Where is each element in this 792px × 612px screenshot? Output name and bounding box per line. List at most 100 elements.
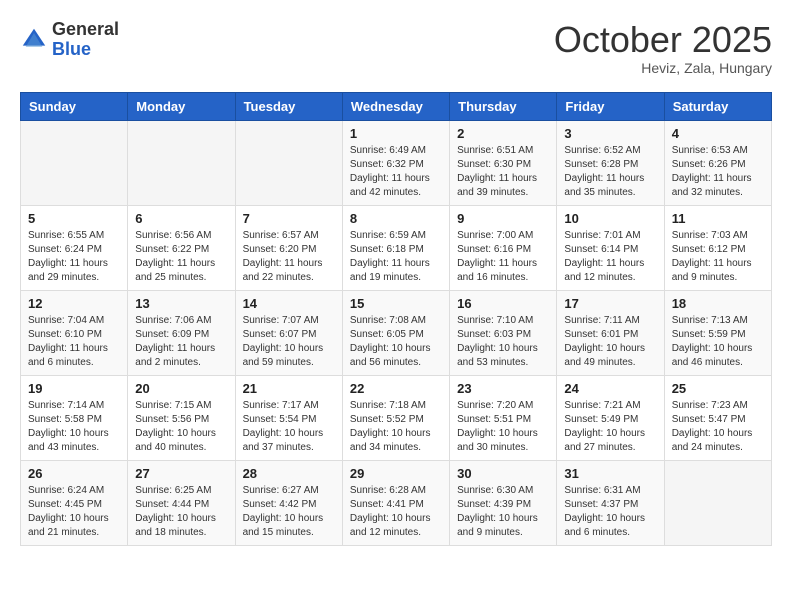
calendar-cell: 31 Sunrise: 6:31 AM Sunset: 4:37 PM Dayli…: [557, 460, 664, 545]
weekday-header: Thursday: [450, 92, 557, 120]
logo-general: General: [52, 19, 119, 39]
calendar-header-row: SundayMondayTuesdayWednesdayThursdayFrid…: [21, 92, 772, 120]
calendar-cell: 29 Sunrise: 6:28 AM Sunset: 4:41 PM Dayli…: [342, 460, 449, 545]
calendar-cell: 1Sunrise: 6:49 AM Sunset: 6:32 PM Daylig…: [342, 120, 449, 205]
day-content: Sunrise: 6:31 AM Sunset: 4:37 PM Dayligh…: [564, 484, 656, 540]
calendar-cell: [21, 120, 128, 205]
day-number: 9: [457, 211, 549, 226]
location: Heviz, Zala, Hungary: [554, 60, 772, 76]
calendar-cell: [128, 120, 235, 205]
calendar-cell: 7 Sunrise: 6:57 AM Sunset: 6:20 PM Daylig…: [235, 205, 342, 290]
day-number: 29: [350, 466, 442, 481]
calendar-cell: [664, 460, 771, 545]
day-content: Sunrise: 7:11 AM Sunset: 6:01 PM Dayligh…: [564, 314, 656, 370]
calendar-cell: 9 Sunrise: 7:00 AM Sunset: 6:16 PM Daylig…: [450, 205, 557, 290]
day-content: Sunrise: 7:03 AM Sunset: 6:12 PM Dayligh…: [672, 229, 764, 285]
day-content: Sunrise: 6:30 AM Sunset: 4:39 PM Dayligh…: [457, 484, 549, 540]
day-content: Sunrise: 6:24 AM Sunset: 4:45 PM Dayligh…: [28, 484, 120, 540]
day-number: 30: [457, 466, 549, 481]
day-number: 13: [135, 296, 227, 311]
day-number: 12: [28, 296, 120, 311]
day-number: 19: [28, 381, 120, 396]
day-number: 24: [564, 381, 656, 396]
day-content: Sunrise: 6:53 AM Sunset: 6:26 PM Dayligh…: [672, 144, 764, 200]
calendar-body: 1Sunrise: 6:49 AM Sunset: 6:32 PM Daylig…: [21, 120, 772, 545]
calendar-week-row: 5 Sunrise: 6:55 AM Sunset: 6:24 PM Daylig…: [21, 205, 772, 290]
day-content: Sunrise: 7:08 AM Sunset: 6:05 PM Dayligh…: [350, 314, 442, 370]
calendar-cell: 16 Sunrise: 7:10 AM Sunset: 6:03 PM Dayli…: [450, 290, 557, 375]
day-number: 6: [135, 211, 227, 226]
calendar-cell: 6Sunrise: 6:56 AM Sunset: 6:22 PM Daylig…: [128, 205, 235, 290]
day-content: Sunrise: 6:51 AM Sunset: 6:30 PM Dayligh…: [457, 144, 549, 200]
calendar-cell: 19 Sunrise: 7:14 AM Sunset: 5:58 PM Dayli…: [21, 375, 128, 460]
calendar-cell: 28Sunrise: 6:27 AM Sunset: 4:42 PM Dayli…: [235, 460, 342, 545]
calendar-cell: 25 Sunrise: 7:23 AM Sunset: 5:47 PM Dayli…: [664, 375, 771, 460]
weekday-header: Saturday: [664, 92, 771, 120]
day-content: Sunrise: 6:52 AM Sunset: 6:28 PM Dayligh…: [564, 144, 656, 200]
day-number: 28: [243, 466, 335, 481]
calendar-cell: 12Sunrise: 7:04 AM Sunset: 6:10 PM Dayli…: [21, 290, 128, 375]
calendar-cell: 8 Sunrise: 6:59 AM Sunset: 6:18 PM Daylig…: [342, 205, 449, 290]
calendar-cell: 14 Sunrise: 7:07 AM Sunset: 6:07 PM Dayli…: [235, 290, 342, 375]
day-number: 4: [672, 126, 764, 141]
calendar-cell: 20 Sunrise: 7:15 AM Sunset: 5:56 PM Dayli…: [128, 375, 235, 460]
weekday-header: Tuesday: [235, 92, 342, 120]
day-number: 14: [243, 296, 335, 311]
calendar-cell: 18Sunrise: 7:13 AM Sunset: 5:59 PM Dayli…: [664, 290, 771, 375]
day-content: Sunrise: 7:23 AM Sunset: 5:47 PM Dayligh…: [672, 399, 764, 455]
day-content: Sunrise: 7:00 AM Sunset: 6:16 PM Dayligh…: [457, 229, 549, 285]
calendar-cell: 21Sunrise: 7:17 AM Sunset: 5:54 PM Dayli…: [235, 375, 342, 460]
day-number: 8: [350, 211, 442, 226]
day-number: 3: [564, 126, 656, 141]
day-number: 2: [457, 126, 549, 141]
day-number: 17: [564, 296, 656, 311]
day-content: Sunrise: 6:59 AM Sunset: 6:18 PM Dayligh…: [350, 229, 442, 285]
day-number: 26: [28, 466, 120, 481]
calendar-cell: 15 Sunrise: 7:08 AM Sunset: 6:05 PM Dayli…: [342, 290, 449, 375]
day-number: 20: [135, 381, 227, 396]
logo-blue: Blue: [52, 39, 91, 59]
day-content: Sunrise: 7:21 AM Sunset: 5:49 PM Dayligh…: [564, 399, 656, 455]
weekday-header: Wednesday: [342, 92, 449, 120]
logo-icon: [20, 26, 48, 54]
day-number: 18: [672, 296, 764, 311]
day-content: Sunrise: 7:06 AM Sunset: 6:09 PM Dayligh…: [135, 314, 227, 370]
title-block: October 2025 Heviz, Zala, Hungary: [554, 20, 772, 76]
day-content: Sunrise: 6:28 AM Sunset: 4:41 PM Dayligh…: [350, 484, 442, 540]
day-number: 7: [243, 211, 335, 226]
calendar-week-row: 19 Sunrise: 7:14 AM Sunset: 5:58 PM Dayli…: [21, 375, 772, 460]
calendar-week-row: 1Sunrise: 6:49 AM Sunset: 6:32 PM Daylig…: [21, 120, 772, 205]
calendar-cell: 22 Sunrise: 7:18 AM Sunset: 5:52 PM Dayli…: [342, 375, 449, 460]
day-content: Sunrise: 7:15 AM Sunset: 5:56 PM Dayligh…: [135, 399, 227, 455]
day-content: Sunrise: 6:57 AM Sunset: 6:20 PM Dayligh…: [243, 229, 335, 285]
day-number: 23: [457, 381, 549, 396]
calendar-cell: 13 Sunrise: 7:06 AM Sunset: 6:09 PM Dayli…: [128, 290, 235, 375]
day-content: Sunrise: 7:01 AM Sunset: 6:14 PM Dayligh…: [564, 229, 656, 285]
day-number: 27: [135, 466, 227, 481]
day-number: 5: [28, 211, 120, 226]
day-number: 25: [672, 381, 764, 396]
weekday-header: Friday: [557, 92, 664, 120]
weekday-header: Monday: [128, 92, 235, 120]
calendar-week-row: 12Sunrise: 7:04 AM Sunset: 6:10 PM Dayli…: [21, 290, 772, 375]
day-content: Sunrise: 7:18 AM Sunset: 5:52 PM Dayligh…: [350, 399, 442, 455]
day-content: Sunrise: 7:10 AM Sunset: 6:03 PM Dayligh…: [457, 314, 549, 370]
calendar-cell: 17 Sunrise: 7:11 AM Sunset: 6:01 PM Dayli…: [557, 290, 664, 375]
day-number: 11: [672, 211, 764, 226]
day-number: 22: [350, 381, 442, 396]
calendar-cell: 2 Sunrise: 6:51 AM Sunset: 6:30 PM Daylig…: [450, 120, 557, 205]
day-number: 16: [457, 296, 549, 311]
day-content: Sunrise: 7:20 AM Sunset: 5:51 PM Dayligh…: [457, 399, 549, 455]
day-content: Sunrise: 6:55 AM Sunset: 6:24 PM Dayligh…: [28, 229, 120, 285]
weekday-header: Sunday: [21, 92, 128, 120]
calendar-cell: 26 Sunrise: 6:24 AM Sunset: 4:45 PM Dayli…: [21, 460, 128, 545]
day-content: Sunrise: 6:25 AM Sunset: 4:44 PM Dayligh…: [135, 484, 227, 540]
day-number: 15: [350, 296, 442, 311]
day-content: Sunrise: 7:14 AM Sunset: 5:58 PM Dayligh…: [28, 399, 120, 455]
day-number: 31: [564, 466, 656, 481]
day-number: 21: [243, 381, 335, 396]
day-content: Sunrise: 7:07 AM Sunset: 6:07 PM Dayligh…: [243, 314, 335, 370]
calendar-week-row: 26 Sunrise: 6:24 AM Sunset: 4:45 PM Dayli…: [21, 460, 772, 545]
calendar-cell: 30 Sunrise: 6:30 AM Sunset: 4:39 PM Dayli…: [450, 460, 557, 545]
day-number: 1: [350, 126, 442, 141]
